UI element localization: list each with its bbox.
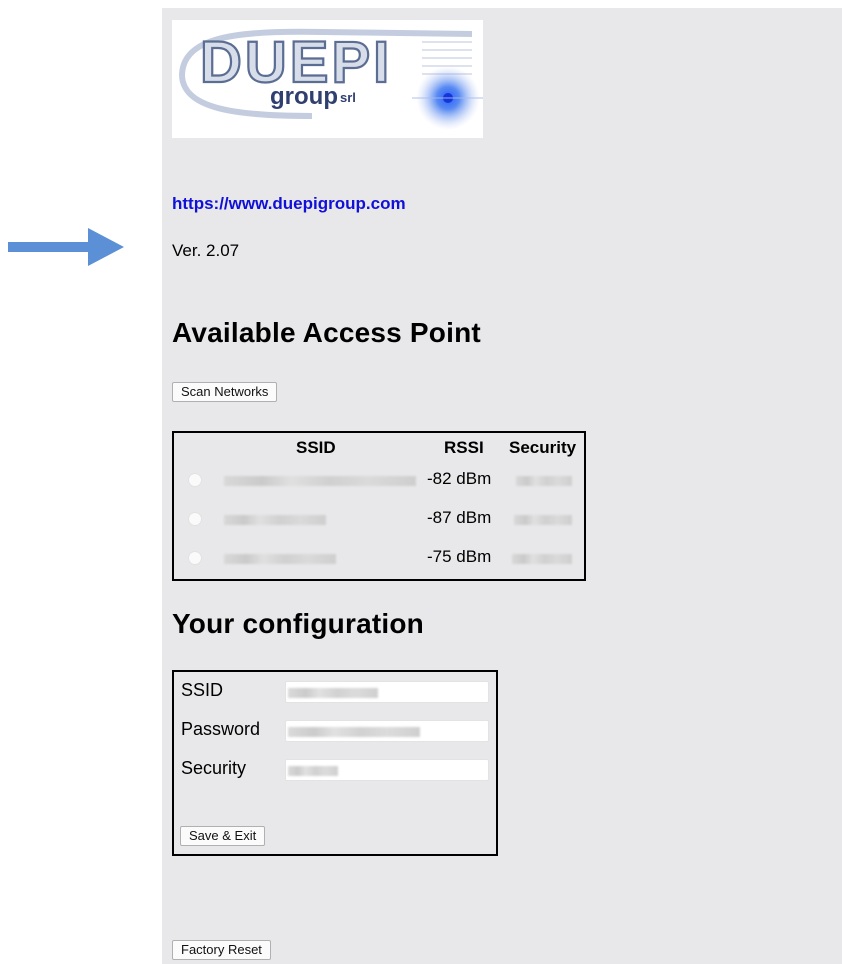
duepi-logo: DUEPI group srl	[172, 20, 483, 138]
access-point-row[interactable]: -82 dBm	[174, 467, 584, 495]
save-exit-button[interactable]: Save & Exit	[180, 826, 266, 846]
password-field-label: Password	[181, 719, 261, 739]
svg-text:group: group	[270, 83, 338, 110]
svg-text:srl: srl	[340, 90, 356, 105]
ssid-input[interactable]	[285, 681, 489, 703]
page: DUEPI group srl https://www.duepigroup.c…	[0, 0, 842, 964]
ssid-value-blurred	[224, 476, 416, 486]
network-select-radio[interactable]	[188, 473, 202, 487]
ssid-value-blurred	[224, 515, 326, 525]
company-website-link[interactable]: https://www.duepigroup.com	[172, 194, 406, 214]
factory-reset-button[interactable]: Factory Reset	[172, 940, 271, 960]
access-point-table: SSID RSSI Security -82 dBm -87 dBm -75 d…	[172, 431, 586, 581]
rssi-value: -82 dBm	[427, 469, 492, 488]
security-value-blurred	[516, 476, 572, 486]
access-point-row[interactable]: -87 dBm	[174, 506, 584, 534]
config-panel: DUEPI group srl https://www.duepigroup.c…	[162, 8, 842, 964]
security-select-value-blurred	[288, 766, 338, 776]
security-column-header: Security	[509, 438, 577, 457]
scan-networks-button[interactable]: Scan Networks	[172, 382, 278, 402]
ssid-input-value-blurred	[288, 688, 378, 698]
ssid-field-label: SSID	[181, 680, 224, 700]
access-point-row[interactable]: -75 dBm	[174, 545, 584, 573]
rssi-value: -75 dBm	[427, 547, 492, 566]
configuration-heading: Your configuration	[172, 608, 424, 639]
duepi-logo-image: DUEPI group srl	[172, 20, 483, 138]
ssid-column-header: SSID	[296, 438, 336, 457]
rssi-value: -87 dBm	[427, 508, 492, 527]
network-select-radio[interactable]	[188, 512, 202, 526]
configuration-form: SSID Password Security Save & Exit	[172, 670, 498, 856]
firmware-version: Ver. 2.07	[172, 241, 240, 260]
security-value-blurred	[512, 554, 572, 564]
security-field-label: Security	[181, 758, 247, 778]
password-input-value-blurred	[288, 727, 420, 737]
network-select-radio[interactable]	[188, 551, 202, 565]
pointer-arrow-icon	[8, 228, 124, 266]
password-input[interactable]	[285, 720, 489, 742]
rssi-column-header: RSSI	[444, 438, 484, 457]
ssid-value-blurred	[224, 554, 336, 564]
security-value-blurred	[514, 515, 572, 525]
security-select[interactable]	[285, 759, 489, 781]
access-points-heading: Available Access Point	[172, 317, 481, 348]
